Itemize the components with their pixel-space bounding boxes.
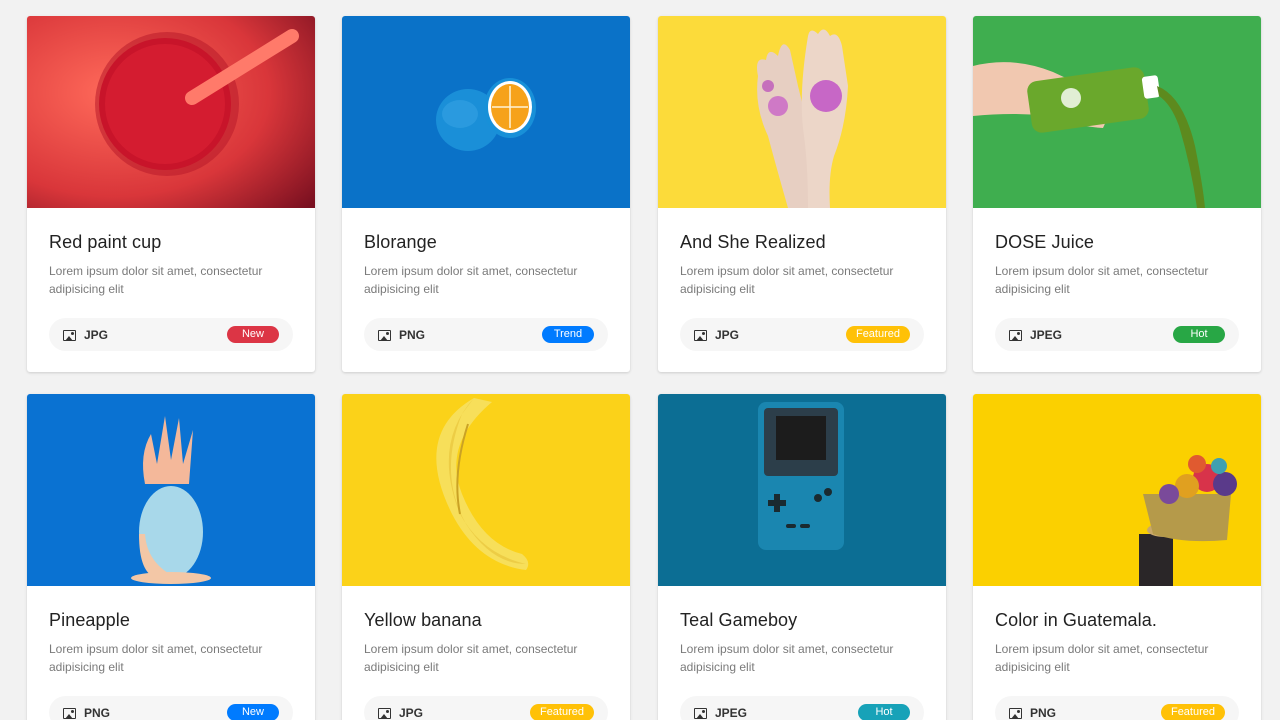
status-badge: Hot	[858, 704, 910, 720]
file-type-label: PNG	[84, 706, 111, 720]
gallery-card[interactable]: Color in Guatemala. Lorem ipsum dolor si…	[973, 394, 1261, 720]
card-description: Lorem ipsum dolor sit amet, consectetur …	[49, 642, 263, 674]
image-icon	[694, 707, 707, 719]
file-type-label: JPG	[715, 328, 740, 342]
gallery-card[interactable]: Red paint cup Lorem ipsum dolor sit amet…	[27, 16, 315, 372]
card-description: Lorem ipsum dolor sit amet, consectetur …	[364, 642, 578, 674]
card-description: Lorem ipsum dolor sit amet, consectetur …	[364, 264, 578, 296]
file-type-label: PNG	[399, 328, 426, 342]
card-image[interactable]	[973, 16, 1261, 208]
card-image[interactable]	[973, 394, 1261, 586]
card-description: Lorem ipsum dolor sit amet, consectetur …	[680, 264, 894, 296]
card-description: Lorem ipsum dolor sit amet, consectetur …	[49, 264, 263, 296]
status-badge: Trend	[542, 326, 594, 343]
image-icon	[694, 329, 707, 341]
gallery-card[interactable]: Pineapple Lorem ipsum dolor sit amet, co…	[27, 394, 315, 720]
status-badge: Featured	[845, 326, 910, 343]
gallery-card[interactable]: Yellow banana Lorem ipsum dolor sit amet…	[342, 394, 630, 720]
gallery-card[interactable]: Blorange Lorem ipsum dolor sit amet, con…	[342, 16, 630, 372]
card-title: Blorange	[364, 232, 437, 252]
card-title: Color in Guatemala.	[995, 610, 1157, 630]
card-description: Lorem ipsum dolor sit amet, consectetur …	[995, 264, 1209, 296]
file-type-label: JPG	[84, 328, 109, 342]
image-icon	[63, 329, 76, 341]
image-icon	[378, 707, 391, 719]
card-description: Lorem ipsum dolor sit amet, consectetur …	[995, 642, 1209, 674]
card-image[interactable]	[342, 394, 630, 586]
file-type-label: JPG	[399, 706, 424, 720]
status-badge: Featured	[529, 704, 594, 720]
card-meta: JPG New	[49, 318, 293, 351]
card-image[interactable]	[658, 394, 946, 586]
card-image[interactable]	[342, 16, 630, 208]
image-icon	[1009, 707, 1022, 719]
card-image[interactable]	[27, 394, 315, 586]
card-meta: PNG New	[49, 696, 293, 720]
image-icon	[1009, 329, 1022, 341]
card-title: Yellow banana	[364, 610, 482, 630]
image-icon	[63, 707, 76, 719]
card-title: And She Realized	[680, 232, 826, 252]
gallery-card[interactable]: DOSE Juice Lorem ipsum dolor sit amet, c…	[973, 16, 1261, 372]
status-badge: New	[227, 326, 279, 343]
card-title: Pineapple	[49, 610, 130, 630]
gallery-card[interactable]: Teal Gameboy Lorem ipsum dolor sit amet,…	[658, 394, 946, 720]
card-meta: PNG Featured	[995, 696, 1239, 720]
card-title: Red paint cup	[49, 232, 162, 252]
card-meta: JPEG Hot	[995, 318, 1239, 351]
card-image[interactable]	[658, 16, 946, 208]
image-icon	[378, 329, 391, 341]
card-description: Lorem ipsum dolor sit amet, consectetur …	[680, 642, 894, 674]
card-image[interactable]	[27, 16, 315, 208]
status-badge: Hot	[1173, 326, 1225, 343]
card-title: Teal Gameboy	[680, 610, 798, 630]
status-badge: New	[227, 704, 279, 720]
status-badge: Featured	[1160, 704, 1225, 720]
card-meta: JPG Featured	[364, 696, 608, 720]
card-meta: JPG Featured	[680, 318, 924, 351]
file-type-label: JPEG	[715, 706, 748, 720]
card-meta: PNG Trend	[364, 318, 608, 351]
file-type-label: PNG	[1030, 706, 1057, 720]
card-meta: JPEG Hot	[680, 696, 924, 720]
card-title: DOSE Juice	[995, 232, 1095, 252]
file-type-label: JPEG	[1030, 328, 1063, 342]
gallery-card[interactable]: And She Realized Lorem ipsum dolor sit a…	[658, 16, 946, 372]
